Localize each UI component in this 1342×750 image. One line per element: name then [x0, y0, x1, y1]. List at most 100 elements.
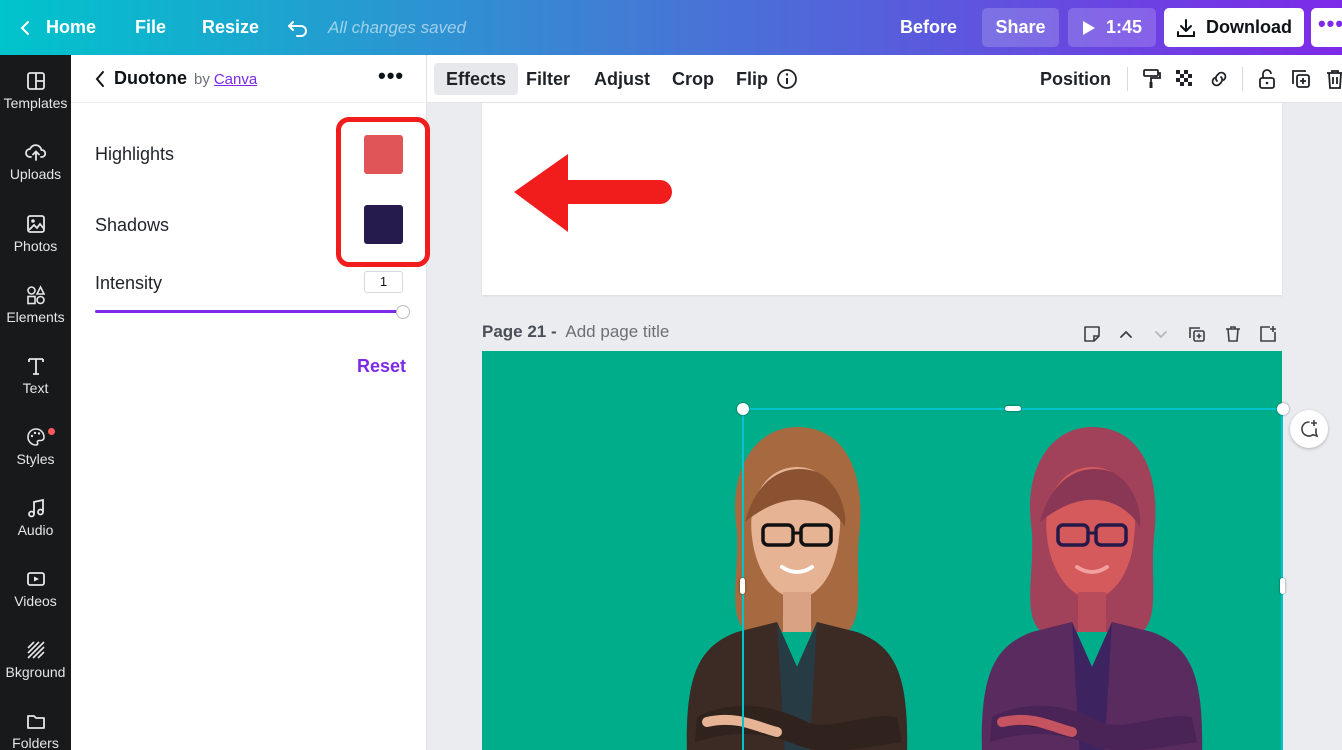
more-options-button[interactable]: ••• — [1311, 8, 1342, 47]
toolbar-divider — [1127, 67, 1128, 91]
reset-button[interactable]: Reset — [357, 356, 406, 377]
author-link[interactable]: Canva — [214, 71, 257, 88]
shadows-label: Shadows — [95, 215, 170, 235]
chevron-up-icon[interactable] — [1116, 324, 1136, 344]
info-icon — [777, 69, 797, 89]
position-button[interactable]: Position — [1028, 63, 1123, 95]
lock-icon[interactable] — [1255, 67, 1279, 91]
page-title-input[interactable]: Add page title — [565, 322, 669, 341]
rail-item-text[interactable]: Text — [0, 345, 71, 415]
rail-item-background[interactable]: Bkground — [0, 629, 71, 699]
upload-cloud-icon — [24, 144, 46, 161]
background-hatch-icon — [26, 641, 45, 659]
rail-label: Elements — [6, 309, 65, 325]
undo-icon — [288, 20, 307, 37]
intensity-value-input[interactable]: 1 — [364, 271, 403, 293]
rail-label: Videos — [14, 593, 57, 609]
rail-item-photos[interactable]: Photos — [0, 203, 71, 273]
resize-handle-left[interactable] — [740, 578, 745, 594]
photo-icon — [26, 215, 45, 233]
undo-button[interactable] — [287, 0, 309, 55]
panel-header: Duotone by Canva ••• — [71, 55, 427, 103]
rail-item-audio[interactable]: Audio — [0, 487, 71, 557]
music-note-icon — [27, 498, 44, 518]
trash-icon[interactable] — [1323, 67, 1342, 91]
duotone-panel: Duotone by Canva ••• Highlights Shadows I… — [71, 55, 430, 750]
present-play-button[interactable]: 1:45 — [1068, 8, 1156, 47]
resize-handle-top-right[interactable] — [1277, 403, 1289, 415]
intensity-slider-thumb[interactable] — [396, 305, 410, 319]
effects-button[interactable]: Effects — [434, 63, 519, 95]
delete-page-icon[interactable] — [1223, 324, 1243, 344]
duplicate-page-icon[interactable] — [1187, 324, 1207, 344]
editor-toolbar: Effects Filter Adjust Crop Flip Position — [427, 55, 1342, 103]
download-label: Download — [1206, 17, 1292, 37]
shapes-icon — [26, 285, 45, 305]
before-button[interactable]: Before — [900, 0, 957, 55]
rail-label: Styles — [16, 451, 55, 467]
panel-author: by Canva — [194, 71, 257, 88]
rail-label: Folders — [12, 735, 59, 750]
red-arrow-annotation — [514, 154, 672, 232]
home-label: Home — [46, 17, 97, 37]
intensity-slider-track[interactable] — [95, 310, 403, 313]
save-status: All changes saved — [328, 17, 466, 37]
rail-label: Photos — [13, 238, 58, 254]
rail-label: Text — [22, 380, 49, 396]
text-t-icon — [27, 358, 44, 375]
chevron-left-icon[interactable] — [93, 69, 107, 89]
resize-button[interactable]: Resize — [202, 0, 259, 55]
rail-label: Templates — [3, 95, 68, 111]
resize-handle-top[interactable] — [1005, 406, 1021, 411]
rail-item-uploads[interactable]: Uploads — [0, 131, 71, 201]
by-label: by — [194, 71, 210, 88]
rail-label: Uploads — [9, 166, 62, 182]
folder-icon — [26, 715, 45, 729]
rail-item-elements[interactable]: Elements — [0, 274, 71, 344]
rail-item-videos[interactable]: Videos — [0, 558, 71, 628]
play-icon — [1082, 20, 1095, 35]
notes-icon[interactable] — [1082, 324, 1102, 344]
left-nav-rail: Templates Uploads Photos Elements Text S… — [0, 55, 71, 750]
selection-box[interactable] — [742, 408, 1283, 750]
download-icon — [1177, 18, 1195, 37]
panel-more-button[interactable]: ••• — [378, 63, 404, 89]
rail-label: Bkground — [5, 664, 66, 680]
intensity-label: Intensity — [95, 273, 163, 293]
play-duration: 1:45 — [1105, 17, 1143, 37]
home-button[interactable]: Home — [20, 0, 96, 55]
download-button[interactable]: Download — [1164, 8, 1304, 47]
crop-button[interactable]: Crop — [660, 63, 726, 95]
toolbar-divider — [1242, 67, 1243, 91]
highlights-label: Highlights — [95, 144, 175, 164]
page-number: Page 21 - — [482, 322, 557, 341]
chevron-left-icon — [20, 20, 29, 35]
video-icon — [26, 572, 45, 586]
transparency-icon[interactable] — [1173, 67, 1197, 91]
resize-handle-right[interactable] — [1280, 578, 1285, 594]
resize-handle-top-left[interactable] — [737, 403, 749, 415]
rail-item-styles[interactable]: Styles — [0, 416, 71, 486]
rail-item-folders[interactable]: Folders — [0, 700, 71, 750]
page-label: Page 21 - Add page title — [482, 322, 669, 342]
adjust-button[interactable]: Adjust — [582, 63, 662, 95]
share-button[interactable]: Share — [982, 8, 1059, 47]
templates-icon — [26, 72, 45, 90]
link-icon[interactable] — [1207, 67, 1231, 91]
notification-dot — [48, 428, 55, 435]
annotation-highlight-box — [336, 117, 430, 267]
rail-item-templates[interactable]: Templates — [0, 60, 71, 130]
duplicate-icon[interactable] — [1289, 67, 1313, 91]
palette-icon — [26, 428, 45, 446]
paint-roller-icon[interactable] — [1140, 67, 1164, 91]
comment-button[interactable] — [1290, 410, 1328, 448]
rail-label: Audio — [17, 522, 54, 538]
chevron-down-icon[interactable] — [1151, 324, 1171, 344]
file-menu-button[interactable]: File — [135, 0, 166, 55]
add-page-icon[interactable] — [1258, 324, 1278, 344]
top-bar: Home File Resize All changes saved Befor… — [0, 0, 1342, 55]
filter-button[interactable]: Filter — [514, 63, 582, 95]
panel-title: Duotone — [114, 68, 187, 88]
info-button[interactable] — [771, 63, 803, 95]
add-comment-icon — [1301, 420, 1319, 438]
